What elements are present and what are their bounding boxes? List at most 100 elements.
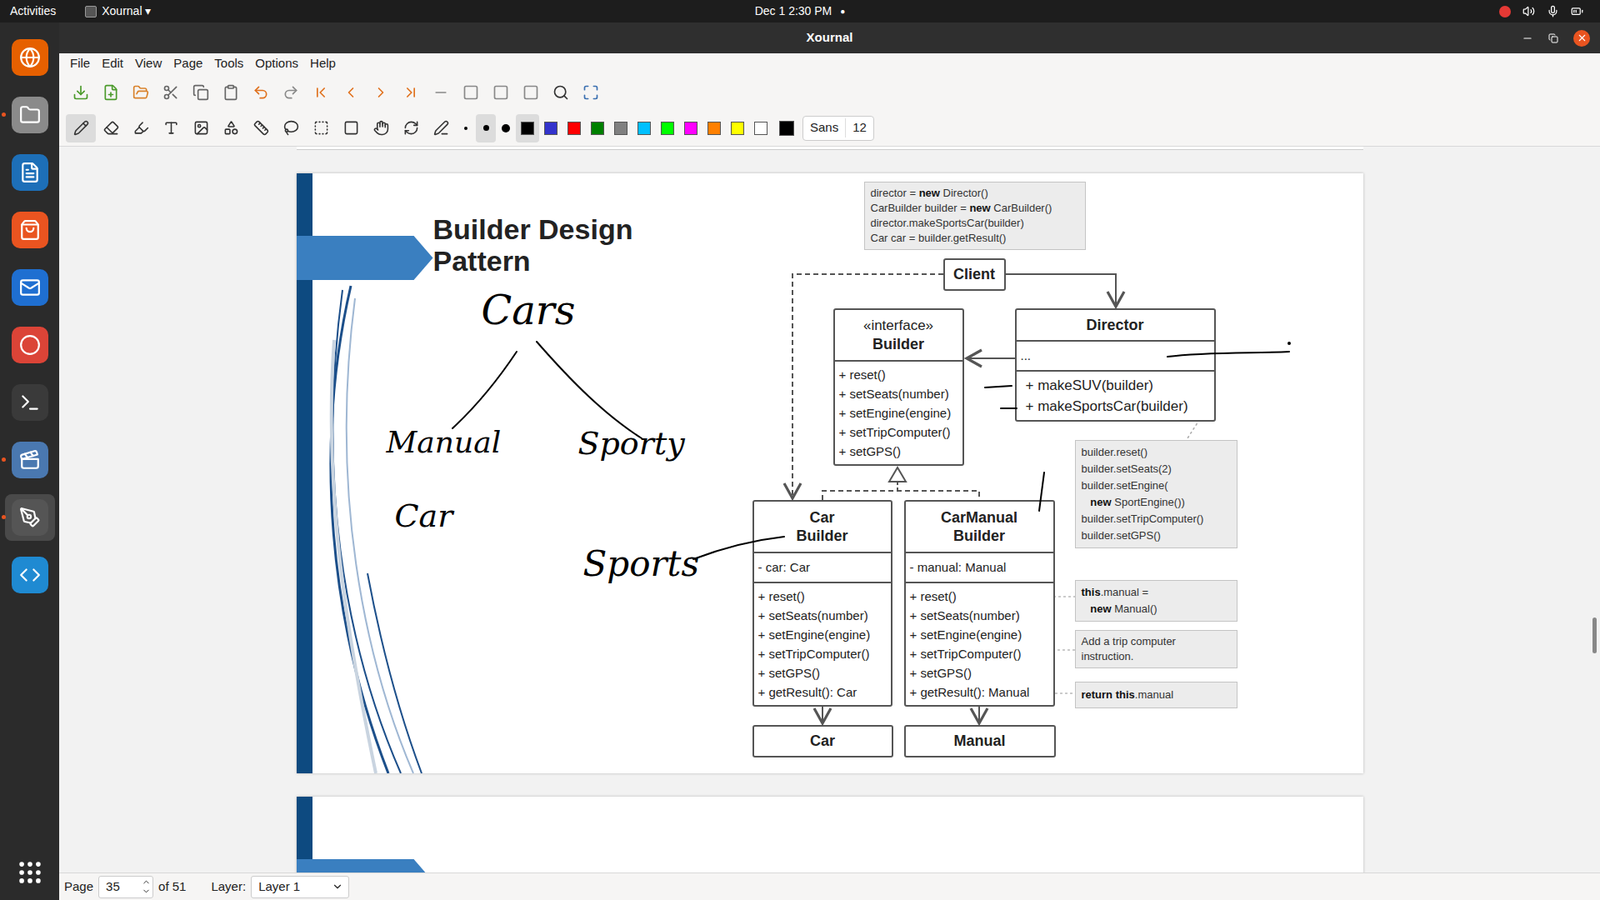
- toolbar-button[interactable]: [95, 78, 126, 107]
- canvas[interactable]: Builder Design PatternCarsManualSportyCa…: [59, 146, 1600, 873]
- color-button[interactable]: [655, 114, 680, 143]
- tool-button[interactable]: [305, 114, 336, 143]
- layer-select[interactable]: Layer 1: [250, 875, 350, 899]
- toolbar-button[interactable]: [245, 78, 276, 107]
- page-banner: [296, 859, 434, 873]
- tool-button[interactable]: [275, 114, 306, 143]
- tool-button[interactable]: [125, 114, 156, 143]
- running-dot: [1, 457, 6, 462]
- pen-size-button[interactable]: [495, 114, 516, 143]
- color-button[interactable]: [539, 114, 563, 143]
- dock-item[interactable]: [5, 149, 55, 196]
- product-box: Car: [752, 725, 894, 758]
- restore-icon[interactable]: [1548, 33, 1559, 44]
- toolbar-button[interactable]: [545, 78, 576, 107]
- toolbar-icon: [432, 84, 450, 101]
- tool-icon: [373, 120, 390, 136]
- color-button[interactable]: [562, 114, 586, 143]
- current-color[interactable]: [779, 120, 795, 136]
- dock-item[interactable]: [5, 436, 55, 484]
- page-spin[interactable]: 35: [98, 875, 154, 899]
- toolbar-button[interactable]: [65, 78, 96, 107]
- dock-item[interactable]: [5, 206, 55, 254]
- tool-icon: [253, 120, 270, 136]
- scrollbar-thumb[interactable]: [1592, 617, 1597, 654]
- menu-item[interactable]: File: [65, 54, 95, 74]
- menu-item[interactable]: Help: [305, 54, 340, 74]
- menu-item[interactable]: Options: [250, 54, 303, 74]
- dock-item[interactable]: [5, 494, 55, 541]
- toolbar-button[interactable]: [215, 78, 246, 107]
- tool-button[interactable]: [395, 114, 426, 143]
- code-note: builder.reset()builder.setSeats(2)builde…: [1075, 440, 1238, 549]
- toolbar-button[interactable]: [125, 78, 156, 107]
- pen-size-button[interactable]: [475, 114, 496, 143]
- toolbar-button[interactable]: [575, 78, 606, 107]
- color-button[interactable]: [632, 114, 656, 143]
- tool-button[interactable]: [365, 114, 396, 143]
- dock-item[interactable]: [5, 379, 55, 426]
- color-button[interactable]: [725, 114, 750, 143]
- tool-icon: [163, 120, 180, 136]
- tool-button[interactable]: [215, 114, 246, 143]
- menu-item[interactable]: View: [130, 54, 166, 74]
- tool-button[interactable]: [335, 114, 366, 143]
- close-button[interactable]: [1573, 30, 1590, 47]
- tool-button[interactable]: [155, 114, 186, 143]
- dock-item[interactable]: [5, 551, 55, 599]
- toolbar-button[interactable]: [275, 78, 306, 107]
- color-button[interactable]: [585, 114, 610, 143]
- product-box: Manual: [904, 725, 1056, 758]
- record-icon[interactable]: [1499, 5, 1511, 18]
- tool-button[interactable]: [65, 114, 96, 143]
- toolbar-button[interactable]: [155, 78, 186, 107]
- app-icon: [19, 564, 41, 586]
- up-icon[interactable]: [141, 877, 151, 887]
- toolbar-button[interactable]: [335, 78, 366, 107]
- dock-item[interactable]: [5, 264, 55, 311]
- clock[interactable]: Dec 1 2:30 PM●: [755, 2, 846, 20]
- activities-button[interactable]: Activities: [10, 2, 56, 20]
- dock-item[interactable]: [5, 321, 55, 369]
- toolbar-icon: [162, 84, 180, 101]
- app-icon: [19, 449, 41, 471]
- font-button[interactable]: Sans12: [802, 115, 875, 141]
- minimize-icon[interactable]: [1521, 32, 1534, 45]
- down-icon[interactable]: [141, 886, 151, 896]
- page: [296, 796, 1364, 873]
- battery-icon[interactable]: [1570, 5, 1584, 18]
- menu-item[interactable]: Tools: [210, 54, 248, 74]
- title-bar: Xournal: [59, 22, 1600, 54]
- toolbar-button[interactable]: [305, 78, 336, 107]
- tool-button[interactable]: [245, 114, 276, 143]
- volume-icon[interactable]: [1522, 5, 1535, 18]
- toolbar-button[interactable]: [365, 78, 396, 107]
- toolbar-button[interactable]: [485, 78, 516, 107]
- toolbar-button[interactable]: [455, 78, 486, 107]
- app-icon: [19, 276, 41, 299]
- menu-item[interactable]: Edit: [97, 54, 128, 74]
- mic-icon[interactable]: [1546, 5, 1560, 18]
- tool-button[interactable]: [425, 114, 456, 143]
- app-menu[interactable]: Xournal ▾: [85, 2, 151, 20]
- menu-item[interactable]: Page: [169, 54, 207, 74]
- toolbar-button[interactable]: [515, 78, 546, 107]
- apps-grid[interactable]: [15, 858, 45, 887]
- main-toolbar: [59, 74, 1600, 110]
- dock-item[interactable]: [5, 34, 55, 81]
- toolbar-button[interactable]: [185, 78, 216, 107]
- app-icon: [19, 219, 41, 241]
- tool-button[interactable]: [95, 114, 126, 143]
- tool-button[interactable]: [185, 114, 216, 143]
- color-button[interactable]: [679, 114, 703, 143]
- toolbar-icon: [342, 84, 360, 101]
- color-button[interactable]: [749, 114, 773, 143]
- toolbar-button[interactable]: [425, 78, 456, 107]
- toolbar-button[interactable]: [395, 78, 426, 107]
- color-button[interactable]: [702, 114, 726, 143]
- color-button[interactable]: [609, 114, 633, 143]
- pen-size-button[interactable]: [455, 114, 476, 143]
- tool-icon: [223, 120, 240, 136]
- dock-item[interactable]: [5, 91, 55, 139]
- color-button[interactable]: [515, 114, 540, 143]
